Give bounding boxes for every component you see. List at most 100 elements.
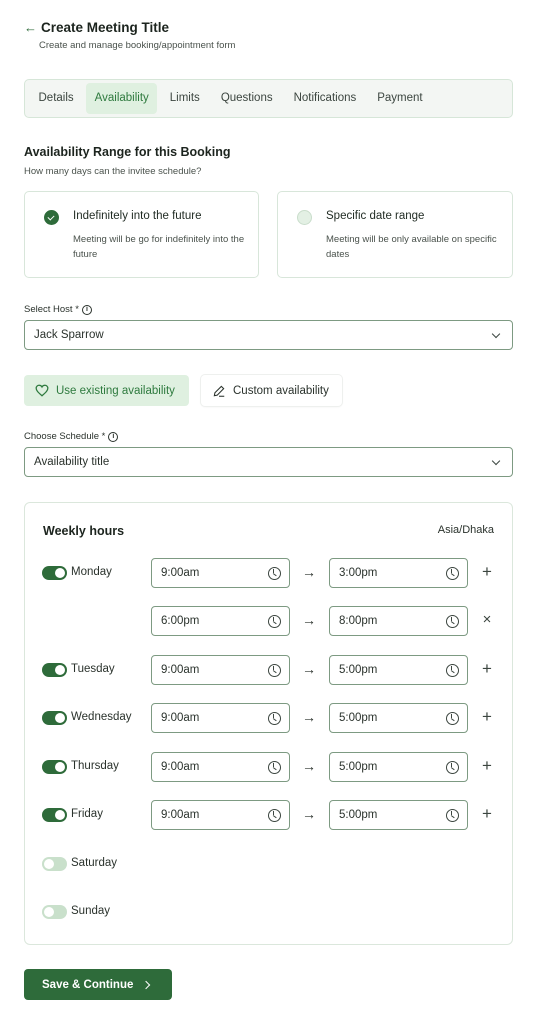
arrow-right-icon: → [302,806,316,822]
clock-icon [268,614,281,628]
option-description: Meeting will be go for indefinitely into… [73,234,245,260]
start-time-value: 9:00am [161,809,200,821]
chevron-right-icon [142,980,151,989]
day-name: Thursday [71,760,119,772]
page-subtitle: Create and manage booking/appointment fo… [39,40,236,51]
remove-slot-icon[interactable]: × [480,610,494,630]
arrow-right-icon: → [302,758,316,774]
page-header: ← Create Meeting Title Create and manage… [24,20,235,51]
start-time-value: 9:00am [161,712,200,724]
save-continue-button[interactable]: Save & Continue [24,969,172,1000]
info-icon[interactable]: i [81,304,92,315]
tab-notifications[interactable]: Notifications [285,83,365,114]
toggle-saturday[interactable] [42,857,67,871]
end-time-input[interactable]: 5:00pm [329,800,468,830]
schedule-select-value: Availability title [34,456,110,468]
end-time-value: 5:00pm [339,761,378,773]
chevron-down-icon [491,456,501,465]
host-select[interactable]: Jack Sparrow [24,320,513,350]
start-time-input[interactable]: 9:00am [151,558,290,588]
start-time-value: 9:00am [161,664,200,676]
tab-payment[interactable]: Payment [369,83,431,114]
schedule-select[interactable]: Availability title [24,447,513,477]
start-time-value: 9:00am [161,567,200,579]
add-slot-icon[interactable]: + [480,756,494,776]
toggle-knob [55,810,65,820]
end-time-input[interactable]: 5:00pm [329,703,468,733]
toggle-thursday[interactable] [42,760,67,774]
tab-questions[interactable]: Questions [212,83,281,114]
clock-icon [268,760,281,774]
heart-icon [35,384,49,397]
day-name: Wednesday [71,711,132,723]
end-time-input[interactable]: 3:00pm [329,558,468,588]
page-title: Create Meeting Title [41,20,170,35]
add-slot-icon[interactable]: + [480,707,494,727]
option-label: Specific date range [326,210,425,222]
clock-icon [446,663,459,677]
clock-icon [446,711,459,725]
start-time-input[interactable]: 9:00am [151,800,290,830]
start-time-input[interactable]: 9:00am [151,655,290,685]
toggle-wednesday[interactable] [42,711,67,725]
end-time-value: 5:00pm [339,809,378,821]
availability-range-subtitle: How many days can the invitee schedule? [24,166,202,177]
option-description: Meeting will be only available on specif… [326,234,497,260]
clock-icon [446,614,459,628]
end-time-input[interactable]: 8:00pm [329,606,468,636]
chevron-down-icon [491,329,501,338]
day-name: Tuesday [71,663,115,675]
toggle-friday[interactable] [42,808,67,822]
schedule-label-text: Choose Schedule * [24,431,106,442]
tab-details[interactable]: Details [30,83,82,114]
host-select-value: Jack Sparrow [34,329,104,341]
option-indefinitely[interactable]: Indefinitely into the future Meeting wil… [24,191,259,278]
use-existing-availability-label: Use existing availability [56,384,175,397]
tab-limits[interactable]: Limits [161,83,208,114]
toggle-knob [55,568,65,578]
radio-unchecked-icon[interactable] [297,210,312,225]
start-time-input[interactable]: 6:00pm [151,606,290,636]
toggle-sunday[interactable] [42,905,67,919]
toggle-knob [55,713,65,723]
toggle-knob [44,907,54,917]
use-existing-availability-button[interactable]: Use existing availability [24,375,189,406]
timezone-label: Asia/Dhaka [437,524,494,536]
option-label: Indefinitely into the future [73,210,202,222]
weekly-hours-title: Weekly hours [43,524,125,538]
toggle-monday[interactable] [42,566,67,580]
toggle-knob [55,762,65,772]
info-icon[interactable]: i [108,431,119,442]
clock-icon [268,808,281,822]
save-continue-label: Save & Continue [42,978,134,991]
arrow-right-icon: → [302,564,316,580]
day-row-thursday: Thursday 9:00am → 5:00pm + [25,752,512,782]
add-slot-icon[interactable]: + [480,659,494,679]
radio-checked-icon[interactable] [44,210,59,225]
option-specific-date-range[interactable]: Specific date range Meeting will be only… [277,191,513,278]
custom-availability-label: Custom availability [233,384,329,397]
add-slot-icon[interactable]: + [480,804,494,824]
weekly-hours-card: Weekly hours Asia/Dhaka Monday 9:00am → … [24,502,513,945]
add-slot-icon[interactable]: + [480,562,494,582]
start-time-input[interactable]: 9:00am [151,703,290,733]
arrow-left-icon[interactable]: ← [24,21,37,34]
end-time-value: 8:00pm [339,615,378,627]
arrow-right-icon: → [302,661,316,677]
clock-icon [268,711,281,725]
custom-availability-button[interactable]: Custom availability [201,375,342,406]
day-row-saturday: Saturday [25,849,512,879]
arrow-right-icon: → [302,612,316,628]
start-time-input[interactable]: 9:00am [151,752,290,782]
host-label-text: Select Host * [24,304,79,315]
clock-icon [446,760,459,774]
start-time-value: 9:00am [161,761,200,773]
end-time-value: 5:00pm [339,664,378,676]
tab-availability[interactable]: Availability [86,83,158,114]
end-time-input[interactable]: 5:00pm [329,655,468,685]
host-label: Select Host * i [24,304,92,315]
day-name: Monday [71,566,112,578]
toggle-tuesday[interactable] [42,663,67,677]
end-time-input[interactable]: 5:00pm [329,752,468,782]
tab-bar: Details Availability Limits Questions No… [24,79,513,118]
